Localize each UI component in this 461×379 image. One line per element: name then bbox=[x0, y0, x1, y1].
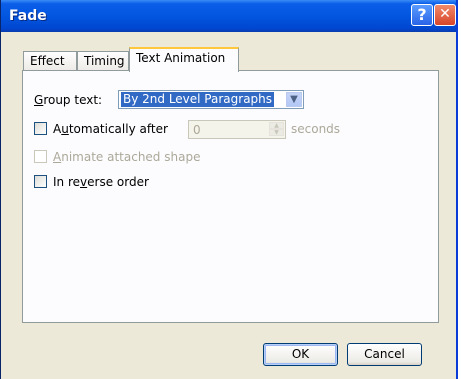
tab-effect[interactable]: Effect bbox=[23, 51, 77, 71]
cancel-button[interactable]: Cancel bbox=[347, 343, 422, 366]
seconds-value: 0 bbox=[193, 123, 201, 137]
title-bar[interactable]: Fade ? ✕ bbox=[1, 0, 456, 32]
spin-up-icon[interactable]: ▲ bbox=[269, 122, 284, 129]
reverse-order-checkbox[interactable] bbox=[34, 175, 47, 188]
animate-attached-label: Animate attached shape bbox=[53, 150, 201, 164]
help-button[interactable]: ? bbox=[411, 4, 433, 26]
seconds-unit-label: seconds bbox=[291, 122, 341, 136]
seconds-spinner[interactable]: 0 ▲ ▼ bbox=[188, 120, 286, 139]
auto-after-checkbox[interactable] bbox=[34, 122, 47, 135]
auto-after-label: Automatically after bbox=[53, 122, 168, 136]
close-button[interactable]: ✕ bbox=[434, 4, 456, 26]
reverse-order-label: In reverse order bbox=[53, 175, 149, 189]
group-text-select[interactable]: By 2nd Level Paragraphs ▼ bbox=[118, 90, 304, 109]
spin-down-icon[interactable]: ▼ bbox=[269, 129, 284, 136]
tab-timing[interactable]: Timing bbox=[77, 51, 129, 71]
group-text-value: By 2nd Level Paragraphs bbox=[121, 92, 275, 107]
tab-text-animation[interactable]: Text Animation bbox=[129, 47, 239, 72]
dialog-window: Fade ? ✕ Effect Timing Text Animation Gr… bbox=[0, 0, 458, 379]
ok-button[interactable]: OK bbox=[263, 343, 338, 366]
group-text-label: Group text: bbox=[34, 93, 103, 107]
dialog-title: Fade bbox=[9, 8, 47, 24]
animate-attached-checkbox[interactable] bbox=[34, 150, 47, 163]
chevron-down-icon[interactable]: ▼ bbox=[286, 92, 302, 107]
